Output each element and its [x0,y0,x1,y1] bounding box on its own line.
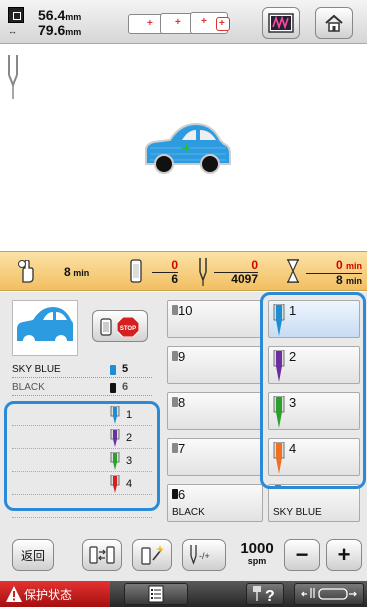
design-thumbnail [12,300,78,356]
width-arrow-icon: ↔ [8,26,17,36]
embroidery-preview[interactable] [0,45,367,251]
color-palette-icon [268,13,294,33]
home-button[interactable] [315,7,353,39]
remaining-time: 8 min [64,265,90,279]
thread-color-display-button[interactable] [262,7,300,39]
bottom-toolbar: 返回 -/+ 1000 spm − + [0,529,367,581]
svg-text:-/+: -/+ [199,551,210,561]
status-bar: 保护状态 ? [0,581,367,607]
design-size-icon [8,7,24,23]
needle-adjust-button[interactable]: -/+ [182,539,226,571]
top-bar: ↔ 56.4mm 79.6mm + + + + [0,0,367,44]
help-button[interactable]: ? [246,583,284,605]
color-sort-stop-button[interactable]: STOP [92,310,148,342]
speed-display: 1000 spm [240,540,274,566]
frame-mini-icon: + [216,17,230,31]
needle-help-icon: ? [253,586,275,604]
thread-info-row: BLACK 6 [12,380,152,396]
swap-spools-icon [89,546,115,564]
spool-icon [110,383,116,393]
needle-plus-minus-icon: -/+ [190,545,210,565]
time-progress: 0 min 8 min [306,259,362,288]
needle-slot-5[interactable]: SKY BLUE [268,484,360,522]
thread-edit-button[interactable] [132,539,172,571]
hand-timer-icon [18,260,34,283]
color-slot[interactable]: 10 [167,300,263,338]
frame-move-icon [301,588,357,600]
speed-increase-button[interactable]: + [326,539,362,571]
stitch-progress: 0 4097 [214,259,258,286]
needle-list-highlight [4,401,160,511]
thread-swap-button[interactable] [82,539,122,571]
embroidery-frame-selector[interactable]: + + + + [128,12,236,34]
spool-icon [100,318,112,336]
needle-position-icon [8,55,18,99]
svg-text:?: ? [265,588,275,604]
color-slot[interactable]: 6 BLACK [167,484,263,522]
home-icon [325,14,343,32]
spool-icon [110,365,116,375]
protection-status-button[interactable]: 保护状态 [0,581,110,607]
return-button[interactable]: 返回 [12,539,54,571]
car-design-icon [145,122,231,174]
thread-spool-icon [130,259,142,283]
needle-slots-highlight [260,292,366,489]
color-slot[interactable]: 8 [167,392,263,430]
frame-move-button[interactable] [294,583,364,605]
stop-icon: STOP [117,317,139,337]
progress-strip: 8 min 0 6 0 4097 0 min 8 min [0,251,367,291]
hourglass-icon [287,259,299,283]
car-thumbnail-icon [17,307,73,347]
speed-decrease-button[interactable]: − [284,539,320,571]
warning-icon [6,586,22,602]
svg-text:STOP: STOP [120,326,136,332]
color-slot[interactable]: 9 [167,346,263,384]
color-slot[interactable]: 7 [167,438,263,476]
thread-info-row: SKY BLUE 5 [12,362,152,378]
thread-panel: STOP SKY BLUE 5 BLACK 6 1 2 3 4 10 9 8 7… [0,292,367,529]
checklist-icon [148,585,164,603]
checklist-button[interactable] [124,583,188,605]
design-height: 79.6mm [38,22,82,38]
stitch-needle-icon [199,258,207,286]
color-progress: 0 6 [152,259,178,286]
spool-wand-icon [141,545,164,565]
